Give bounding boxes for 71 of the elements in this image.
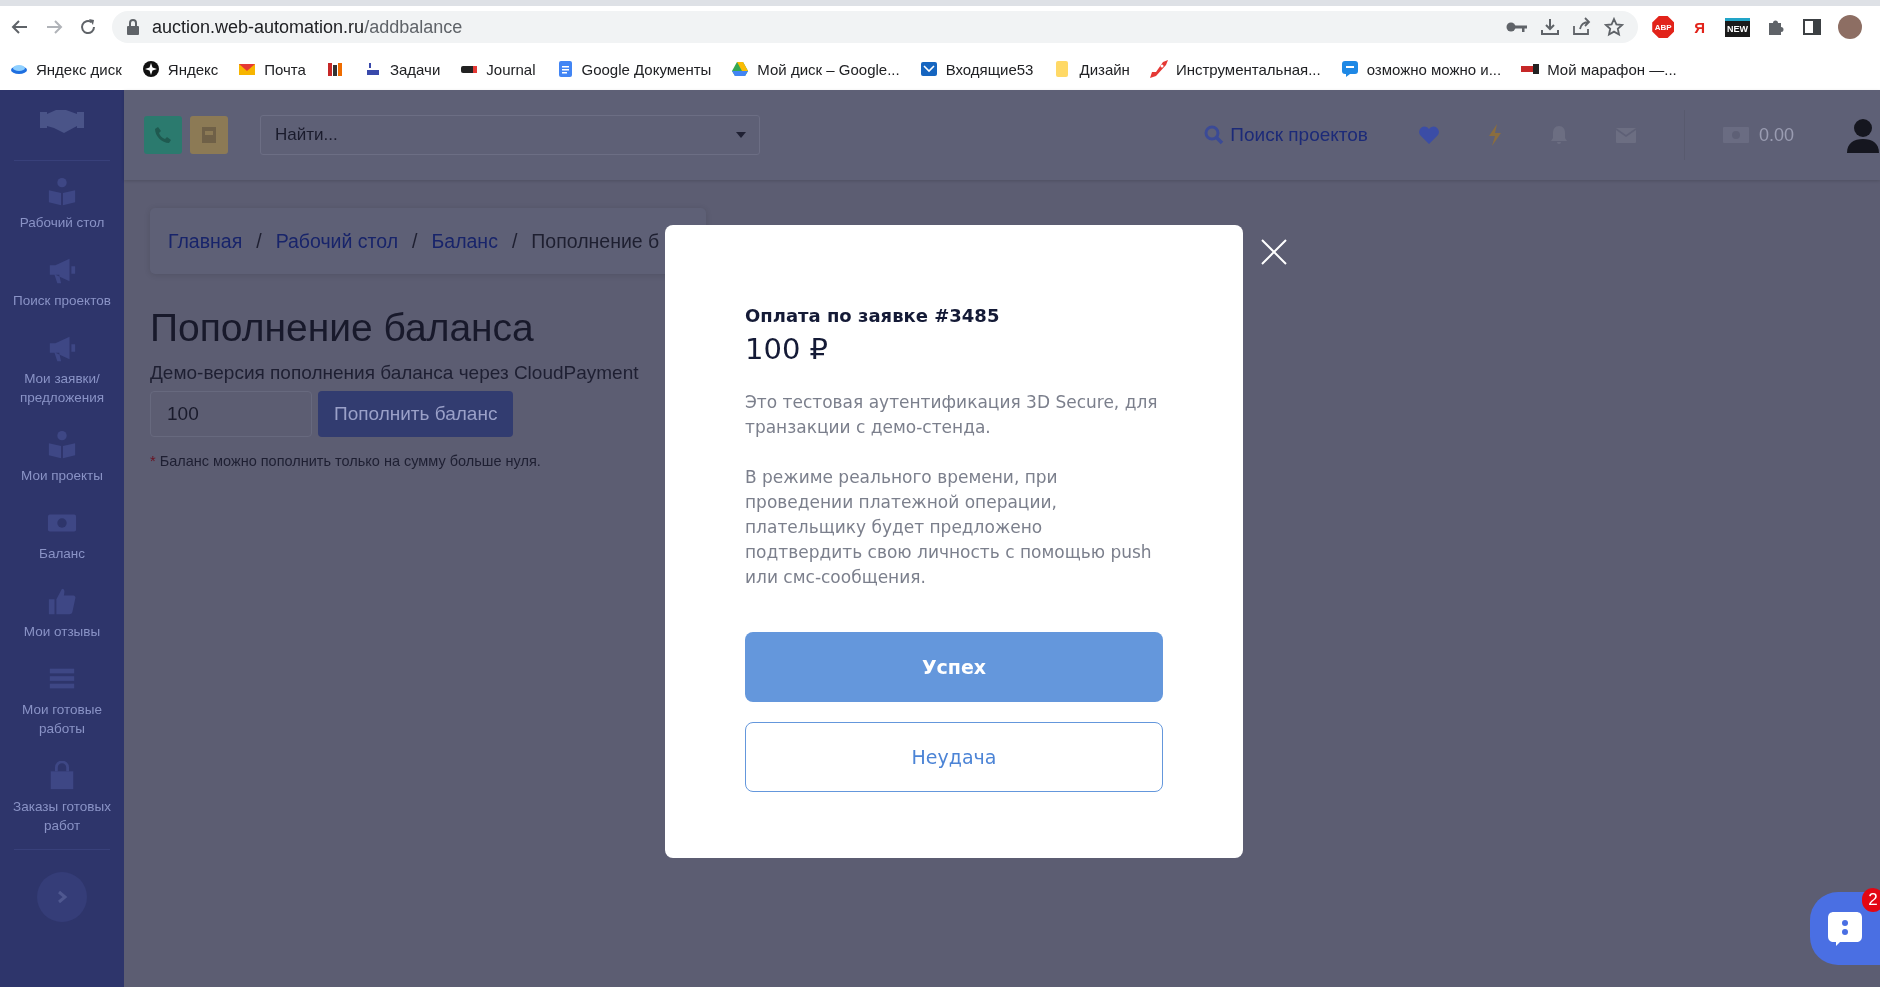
sidebar-item[interactable]: Заказы готовых работ — [7, 797, 117, 835]
sidebar-item-icon — [47, 177, 77, 207]
modal-paragraph: В режиме реального времени, при проведении платежной операции, плательщику будет предложено подтвердить свою личность с помощью push или смс-сообщения. — [745, 466, 1153, 589]
modal-paragraph: Это тестовая аутентификация 3D Secure, для транзакции с демо-стенда. — [745, 391, 1159, 439]
notebook-icon — [201, 126, 217, 144]
profile-avatar[interactable] — [1838, 15, 1862, 39]
breadcrumb-separator: / — [511, 229, 518, 253]
user-avatar-icon[interactable] — [1846, 117, 1880, 153]
chevron-right-icon — [56, 890, 68, 904]
bookmark[interactable]: Инструментальная... — [1149, 60, 1321, 78]
sidebar-item[interactable]: Мои отзывы — [23, 622, 101, 641]
sidebar-item[interactable]: Рабочий стол — [19, 213, 105, 232]
url-text: auction.web-automation.ru/addbalance — [152, 16, 464, 38]
breadcrumb-separator: / — [412, 229, 418, 253]
sidebar-item[interactable]: Поиск проектов — [13, 291, 111, 310]
handshake-logo-icon — [40, 108, 84, 134]
address-bar[interactable]: auction.web-automation.ru/addbalance — [112, 11, 1639, 43]
modal-title: Оплата по заявке #3485 — [745, 305, 1001, 326]
breadcrumb-separator: / — [256, 229, 262, 253]
amount-field[interactable]: 100 — [150, 391, 312, 437]
share-icon[interactable] — [1572, 17, 1593, 37]
sidebar-item[interactable]: Баланс — [39, 544, 85, 563]
close-icon[interactable] — [1261, 239, 1287, 265]
bookmark[interactable]: Google Документы — [555, 60, 712, 78]
sidebar-toggle-button[interactable] — [37, 872, 87, 922]
star-icon[interactable] — [1604, 17, 1625, 37]
sidebar-item[interactable]: Мои заявки/ предложения — [7, 369, 117, 407]
bookmark[interactable]: Journal — [460, 60, 536, 78]
lock-icon — [126, 19, 140, 35]
balance-note: * Баланс можно пополнить только на сумму больше нуля. — [150, 453, 541, 469]
bookmark-icon — [919, 60, 938, 78]
bookmark[interactable]: озможно можно и... — [1340, 60, 1502, 78]
key-icon[interactable] — [1506, 20, 1529, 34]
payment-amount: 100 ₽ — [745, 332, 830, 366]
bookmark-icon — [1340, 60, 1359, 78]
failure-button[interactable]: Неудача — [745, 722, 1163, 792]
sidebar-item-icon — [47, 586, 77, 616]
balance-amount: 0.00 — [1758, 124, 1794, 146]
extension-button[interactable]: Я — [1690, 18, 1709, 36]
bookmark-icon — [1149, 60, 1168, 78]
download-icon[interactable] — [1540, 17, 1561, 37]
page-description: Демо-версия пополнения баланса через CloudPayment — [150, 362, 639, 384]
side-panel-icon[interactable] — [1802, 17, 1822, 37]
unread-count-badge: 2 — [1862, 888, 1880, 912]
bookmark-icon — [325, 60, 344, 78]
phone-icon — [154, 126, 172, 144]
bookmark-icon — [731, 60, 750, 78]
bookmark[interactable]: Дизайн — [1053, 60, 1130, 78]
success-button[interactable]: Успех — [745, 632, 1163, 702]
page-title: Пополнение баланса — [150, 306, 534, 350]
bookmark[interactable]: Мой диск – Google... — [731, 60, 900, 78]
chat-bubble-icon — [1826, 909, 1864, 948]
sidebar-item[interactable]: Мои проекты — [21, 466, 103, 485]
bookmark[interactable]: Яндекс — [141, 60, 219, 78]
extension-button[interactable]: NEW — [1725, 17, 1750, 37]
caret-icon — [736, 132, 746, 138]
bookmark[interactable]: Задачи — [363, 60, 441, 78]
sidebar-item-icon — [47, 430, 77, 460]
reload-icon[interactable] — [78, 17, 98, 37]
breadcrumb-current: Пополнение б — [531, 229, 660, 253]
bookmark[interactable]: Почта — [238, 60, 306, 78]
search-icon — [1204, 125, 1225, 145]
top-up-button[interactable]: Пополнить баланс — [318, 391, 514, 437]
search-field[interactable]: Найти... — [260, 115, 760, 155]
bookmark[interactable]: Мой марафон —... — [1521, 60, 1677, 78]
bookmark[interactable] — [325, 60, 344, 78]
bookmark-icon — [141, 60, 160, 78]
bookmark[interactable]: Входящие53 — [919, 60, 1034, 78]
extension-button[interactable]: ABP — [1652, 16, 1675, 38]
sidebar-item[interactable]: Мои готовые работы — [7, 700, 117, 738]
bookmark[interactable]: Яндекс диск — [10, 60, 122, 78]
